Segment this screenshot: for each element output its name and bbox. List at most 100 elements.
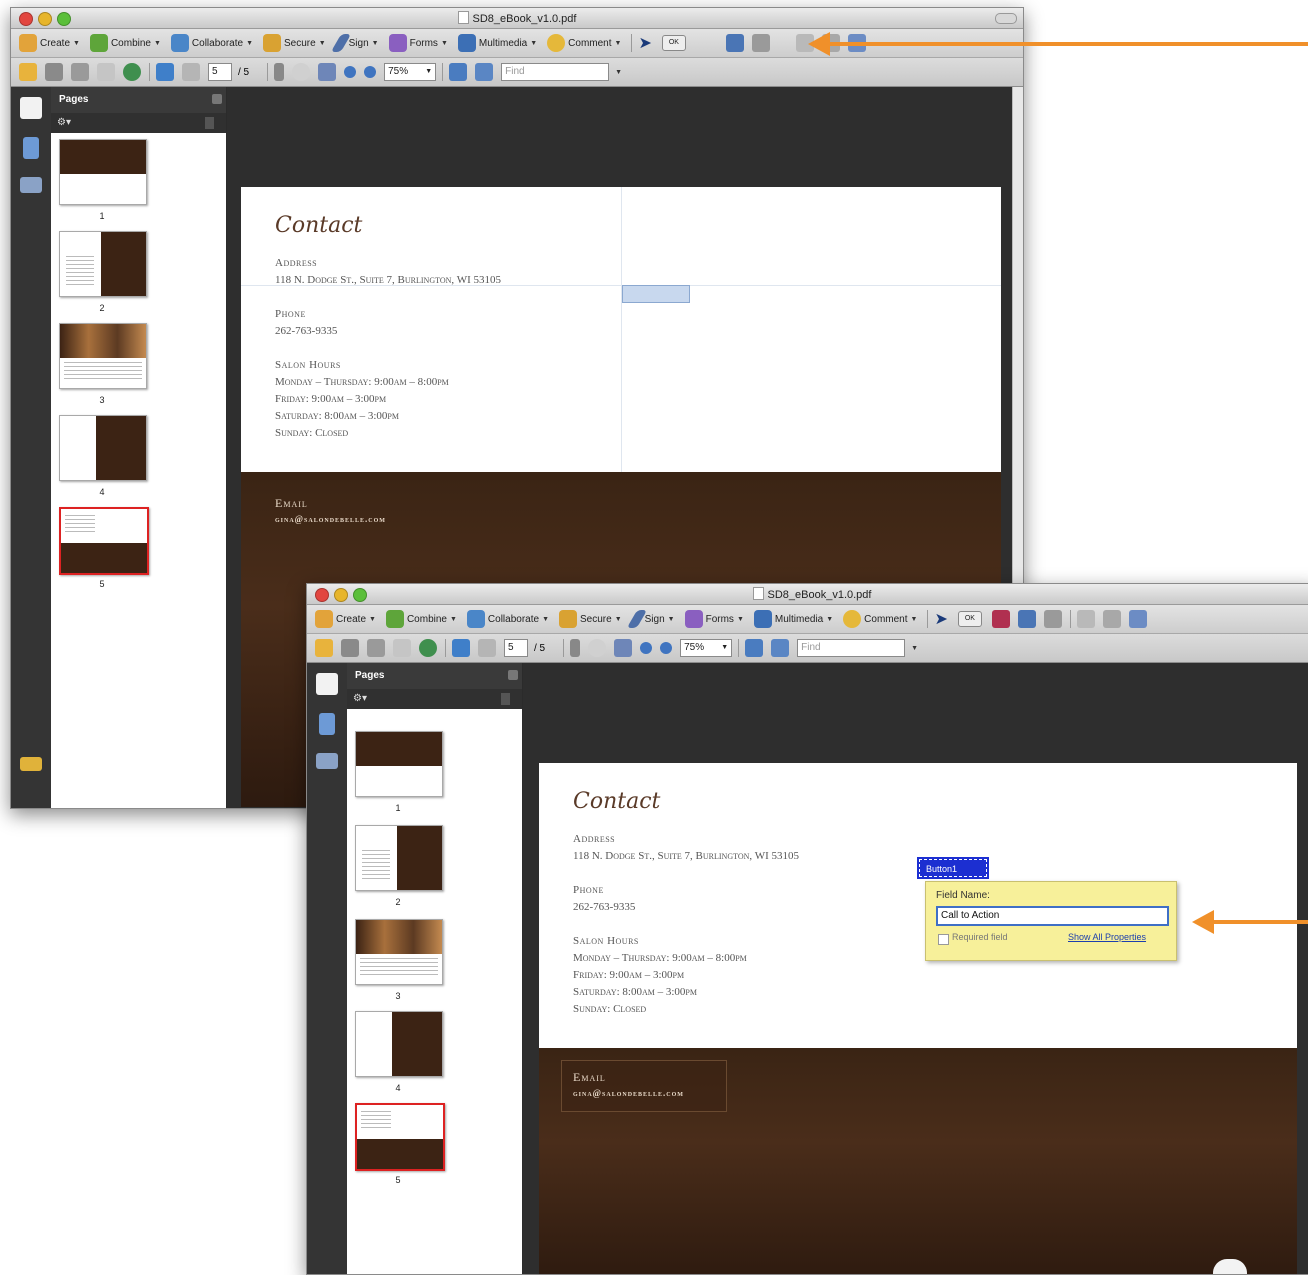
page-thumbnail-selected[interactable] (355, 1103, 445, 1171)
marquee-zoom-icon[interactable] (614, 639, 633, 657)
trash-icon[interactable] (501, 693, 510, 705)
page-number-input[interactable]: 5 (504, 639, 528, 657)
save-icon[interactable] (71, 63, 89, 81)
email-icon[interactable] (97, 63, 115, 81)
trash-icon[interactable] (205, 117, 214, 129)
toolbar-divider (149, 63, 150, 81)
zoom-out-icon[interactable] (344, 66, 357, 78)
previous-page-icon[interactable] (156, 63, 174, 81)
globe-icon[interactable] (123, 63, 141, 81)
page-thumbnail[interactable] (355, 1011, 443, 1077)
globe-icon[interactable] (419, 639, 437, 657)
comments-icon[interactable] (20, 757, 42, 771)
save-icon[interactable] (367, 639, 385, 657)
full-screen-icon[interactable] (771, 639, 790, 657)
combine-button[interactable]: Combine ▼ (385, 610, 457, 628)
zoom-level-select[interactable]: 75% ▼ (384, 63, 437, 81)
signatures-icon[interactable] (20, 177, 42, 193)
comment-button[interactable]: Comment ▼ (843, 610, 917, 628)
list-box-icon[interactable] (1076, 610, 1095, 628)
options-icon[interactable]: ⚙▾ (57, 117, 71, 128)
fit-width-icon[interactable] (449, 63, 468, 81)
attach-icon[interactable] (1043, 610, 1062, 628)
email-icon[interactable] (393, 639, 411, 657)
form-button-field[interactable]: Button1 (917, 857, 989, 879)
page-thumbnail[interactable] (59, 139, 147, 205)
ok-button-tool[interactable]: OK (661, 35, 686, 51)
navigation-toolbar: 5 / 5 75% ▼ Find ▼ (307, 634, 1308, 663)
forms-button[interactable]: Forms ▼ (684, 610, 744, 628)
close-panel-icon[interactable] (508, 670, 518, 680)
sign-button[interactable]: Sign ▼ (330, 34, 379, 52)
full-screen-icon[interactable] (475, 63, 494, 81)
select-tool-button[interactable]: ➤ (638, 33, 651, 53)
chevron-down-icon: ▼ (826, 615, 834, 623)
form-field-icon[interactable] (725, 34, 744, 52)
zoom-level-select[interactable]: 75% ▼ (680, 639, 733, 657)
next-page-icon[interactable] (182, 63, 200, 81)
create-button[interactable]: Create ▼ (315, 610, 376, 628)
create-button[interactable]: Create ▼ (19, 34, 80, 52)
combine-button[interactable]: Combine ▼ (89, 34, 161, 52)
open-folder-icon[interactable] (315, 639, 333, 657)
toolbar-toggle-icon[interactable] (995, 13, 1017, 24)
pages-panel: Pages ⚙▾ 1 2 3 4 5 (51, 87, 226, 808)
page-number-input[interactable]: 5 (208, 63, 232, 81)
hand-icon[interactable] (292, 63, 311, 81)
zoom-in-icon[interactable] (364, 66, 377, 78)
page-thumbnail[interactable] (355, 825, 443, 891)
print-icon[interactable] (45, 63, 63, 81)
navigation-pane-rail (11, 87, 52, 808)
previous-page-icon[interactable] (452, 639, 470, 657)
pages-panel-icon[interactable] (20, 97, 42, 119)
chevron-down-icon[interactable]: ▼ (615, 69, 622, 76)
multimedia-button[interactable]: Multimedia ▼ (457, 34, 537, 52)
secure-button[interactable]: Secure ▼ (559, 610, 622, 628)
options-icon[interactable]: ⚙▾ (353, 693, 367, 704)
ok-button-tool[interactable]: OK (957, 611, 982, 627)
dropdown-field-icon[interactable] (1102, 610, 1121, 628)
zoom-out-icon[interactable] (640, 642, 653, 654)
page-thumbnail[interactable] (59, 231, 147, 297)
signatures-icon[interactable] (316, 753, 338, 769)
required-field-checkbox[interactable] (938, 934, 949, 945)
print-icon[interactable] (341, 639, 359, 657)
open-folder-icon[interactable] (19, 63, 37, 81)
attach-icon[interactable] (751, 34, 770, 52)
show-all-properties-link[interactable]: Show All Properties (1068, 932, 1146, 942)
select-tool-button[interactable]: ➤ (934, 609, 947, 629)
collaborate-button[interactable]: Collaborate ▼ (466, 610, 549, 628)
page-thumbnail[interactable] (59, 323, 147, 389)
pages-panel-icon[interactable] (316, 673, 338, 695)
hours-line: Sunday: Closed (275, 427, 349, 439)
page-thumbnail[interactable] (59, 415, 147, 481)
select-text-icon[interactable] (274, 63, 285, 81)
collaborate-button[interactable]: Collaborate ▼ (170, 34, 253, 52)
bookmarks-icon[interactable] (319, 713, 335, 735)
link-tool-icon[interactable] (991, 610, 1010, 628)
select-text-icon[interactable] (570, 639, 581, 657)
page-thumbnail[interactable] (355, 919, 443, 985)
close-panel-icon[interactable] (212, 94, 222, 104)
form-field-icon[interactable] (1017, 610, 1036, 628)
find-input[interactable]: Find (501, 63, 610, 81)
page-thumbnail-number: 5 (395, 1175, 401, 1185)
zoom-in-icon[interactable] (660, 642, 673, 654)
chevron-down-icon[interactable]: ▼ (911, 645, 918, 652)
bookmarks-icon[interactable] (23, 137, 39, 159)
button-field-placeholder[interactable] (622, 285, 690, 303)
next-page-icon[interactable] (478, 639, 496, 657)
hand-icon[interactable] (588, 639, 607, 657)
find-input[interactable]: Find (797, 639, 906, 657)
forms-button[interactable]: Forms ▼ (388, 34, 448, 52)
comment-button[interactable]: Comment ▼ (547, 34, 621, 52)
page-thumbnail[interactable] (355, 731, 443, 797)
secure-button[interactable]: Secure ▼ (263, 34, 326, 52)
fit-width-icon[interactable] (745, 639, 764, 657)
page-thumbnail-selected[interactable] (59, 507, 149, 575)
field-name-input[interactable]: Call to Action (936, 906, 1169, 926)
sign-button[interactable]: Sign ▼ (626, 610, 675, 628)
marquee-zoom-icon[interactable] (318, 63, 337, 81)
multimedia-button[interactable]: Multimedia ▼ (753, 610, 834, 628)
edit-form-icon[interactable] (1128, 610, 1147, 628)
